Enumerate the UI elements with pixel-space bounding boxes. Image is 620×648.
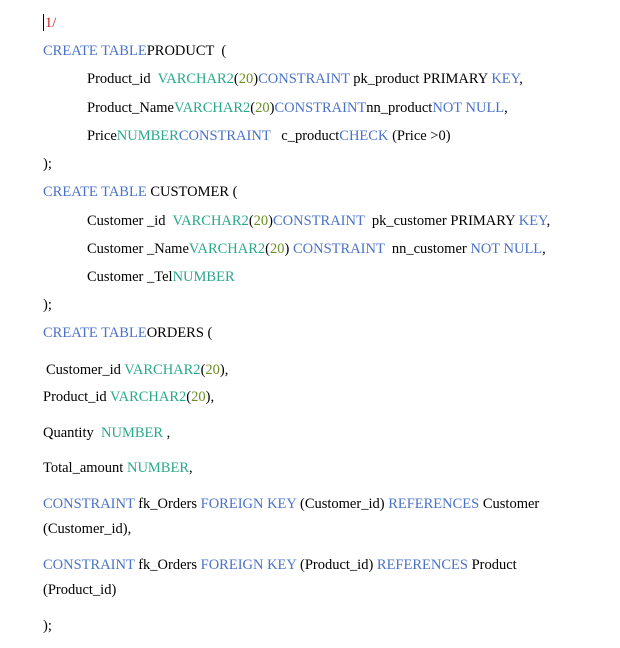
line-orders-total: Total_amount NUMBER, [43, 459, 193, 477]
code-token: VARCHAR2 [173, 100, 251, 116]
line-orders-close: ); [43, 617, 52, 635]
code-token: CONSTRAINT [292, 241, 385, 257]
code-token: CONSTRAINT [274, 100, 367, 116]
line-product-id: Product_id VARCHAR2(20)CONSTRAINT pk_pro… [87, 70, 523, 88]
code-token: Product_Name [87, 100, 174, 116]
code-token: ); [43, 156, 52, 172]
code-token: Price [87, 128, 117, 144]
code-token: Customer [479, 496, 540, 512]
code-token: VARCHAR2 [188, 241, 266, 257]
line-product-close: ); [43, 155, 52, 173]
code-token: REFERENCES [376, 557, 468, 573]
code-token: KEY [491, 71, 520, 87]
code-token: Customer _Tel [87, 269, 173, 285]
code-token: ), [219, 362, 229, 378]
code-token: , [542, 241, 546, 257]
code-token: c_product [270, 128, 340, 144]
code-token: ) [284, 241, 293, 257]
code-token: (Customer_id), [43, 521, 132, 537]
code-token: (Customer_id) [296, 496, 389, 512]
line-product-create: CREATE TABLEPRODUCT ( [43, 42, 226, 60]
code-token: 20 [205, 362, 220, 378]
line-orders-quantity: Quantity NUMBER , [43, 424, 170, 442]
code-token: Quantity [43, 425, 101, 441]
line-orders-create: CREATE TABLEORDERS ( [43, 324, 212, 342]
code-token: NUMBER [101, 425, 164, 441]
code-token: pk_customer PRIMARY [364, 213, 519, 229]
code-token: CONSTRAINT [178, 128, 271, 144]
line-orders-fk2-a: CONSTRAINT fk_Orders FOREIGN KEY (Produc… [43, 556, 517, 574]
code-token: ORDERS ( [146, 325, 213, 341]
code-token: CONSTRAINT [273, 213, 365, 229]
code-token: CREATE TABLE [43, 325, 147, 341]
code-token: Product_id [43, 389, 110, 405]
document-page: 1/ CREATE TABLEPRODUCT ( Product_id VARC… [0, 0, 620, 648]
code-token: fk_Orders [134, 557, 201, 573]
code-token: CUSTOMER ( [146, 184, 238, 200]
code-token: Customer _id [87, 213, 173, 229]
line-orders-product-id: Product_id VARCHAR2(20), [43, 388, 214, 406]
code-token: pk_product PRIMARY [349, 71, 492, 87]
code-token: REFERENCES [388, 496, 480, 512]
code-token: VARCHAR2 [157, 71, 234, 87]
code-token: Customer_id [46, 362, 125, 378]
code-token: , [163, 425, 171, 441]
code-token: (Product_id) [43, 582, 117, 598]
code-token: (Price >0) [388, 128, 451, 144]
code-token: KEY [518, 213, 547, 229]
line-customer-create: CREATE TABLE CUSTOMER ( [43, 183, 237, 201]
line-customer-id: Customer _id VARCHAR2(20)CONSTRAINT pk_c… [87, 212, 550, 230]
line-customer-tel: Customer _TelNUMBER [87, 268, 235, 286]
code-token: FOREIGN KEY [200, 557, 297, 573]
code-token: PRODUCT ( [146, 43, 227, 59]
line-orders-customer-id: Customer_id VARCHAR2(20), [46, 361, 228, 379]
code-token: nn_product [366, 100, 433, 116]
code-token: NUMBER [172, 269, 235, 285]
line-customer-close: ); [43, 296, 52, 314]
code-token: CREATE TABLE [43, 184, 147, 200]
code-token: CONSTRAINT [43, 496, 135, 512]
line-product-price: PriceNUMBERCONSTRAINT c_productCHECK (Pr… [87, 127, 451, 145]
line-customer-name: Customer _NameVARCHAR2(20) CONSTRAINT nn… [87, 240, 546, 258]
code-token: NUMBER [116, 128, 179, 144]
code-token: NUMBER [126, 460, 190, 476]
code-token: CONSTRAINT [258, 71, 350, 87]
code-token: , [519, 71, 523, 87]
code-token: nn_customer [384, 241, 471, 257]
code-token: 20 [255, 100, 270, 116]
code-token: VARCHAR2 [110, 389, 187, 405]
code-token: VARCHAR2 [124, 362, 201, 378]
code-token: , [546, 213, 551, 229]
code-token: 20 [191, 389, 206, 405]
line-orders-fk2-b: (Product_id) [43, 581, 116, 599]
code-token: , [504, 100, 508, 116]
code-token: ); [43, 618, 52, 634]
code-token: NOT NULL [432, 100, 505, 116]
line-product-name: Product_NameVARCHAR2(20)CONSTRAINTnn_pro… [87, 99, 508, 117]
code-token: Customer _Name [87, 241, 189, 257]
code-token: , [189, 460, 193, 476]
code-token: Product_id [87, 71, 158, 87]
code-token: 1/ [45, 15, 57, 31]
line-marker: 1/ [45, 14, 56, 32]
code-token: ), [205, 389, 215, 405]
line-orders-fk1-b: (Customer_id), [43, 520, 131, 538]
code-token: fk_Orders [134, 496, 201, 512]
code-token: 20 [253, 213, 269, 229]
code-token: 20 [238, 71, 254, 87]
code-token: NOT NULL [470, 241, 543, 257]
code-token: ); [43, 297, 52, 313]
line-orders-fk1-a: CONSTRAINT fk_Orders FOREIGN KEY (Custom… [43, 495, 539, 513]
code-token: (Product_id) [296, 557, 377, 573]
code-token: FOREIGN KEY [200, 496, 297, 512]
code-token: VARCHAR2 [172, 213, 249, 229]
text-cursor [43, 14, 44, 31]
code-token: 20 [270, 241, 285, 257]
code-token: CHECK [339, 128, 389, 144]
code-token: Product [467, 557, 517, 573]
code-token: Total_amount [43, 460, 127, 476]
code-token: CREATE TABLE [43, 43, 147, 59]
code-token: CONSTRAINT [43, 557, 135, 573]
